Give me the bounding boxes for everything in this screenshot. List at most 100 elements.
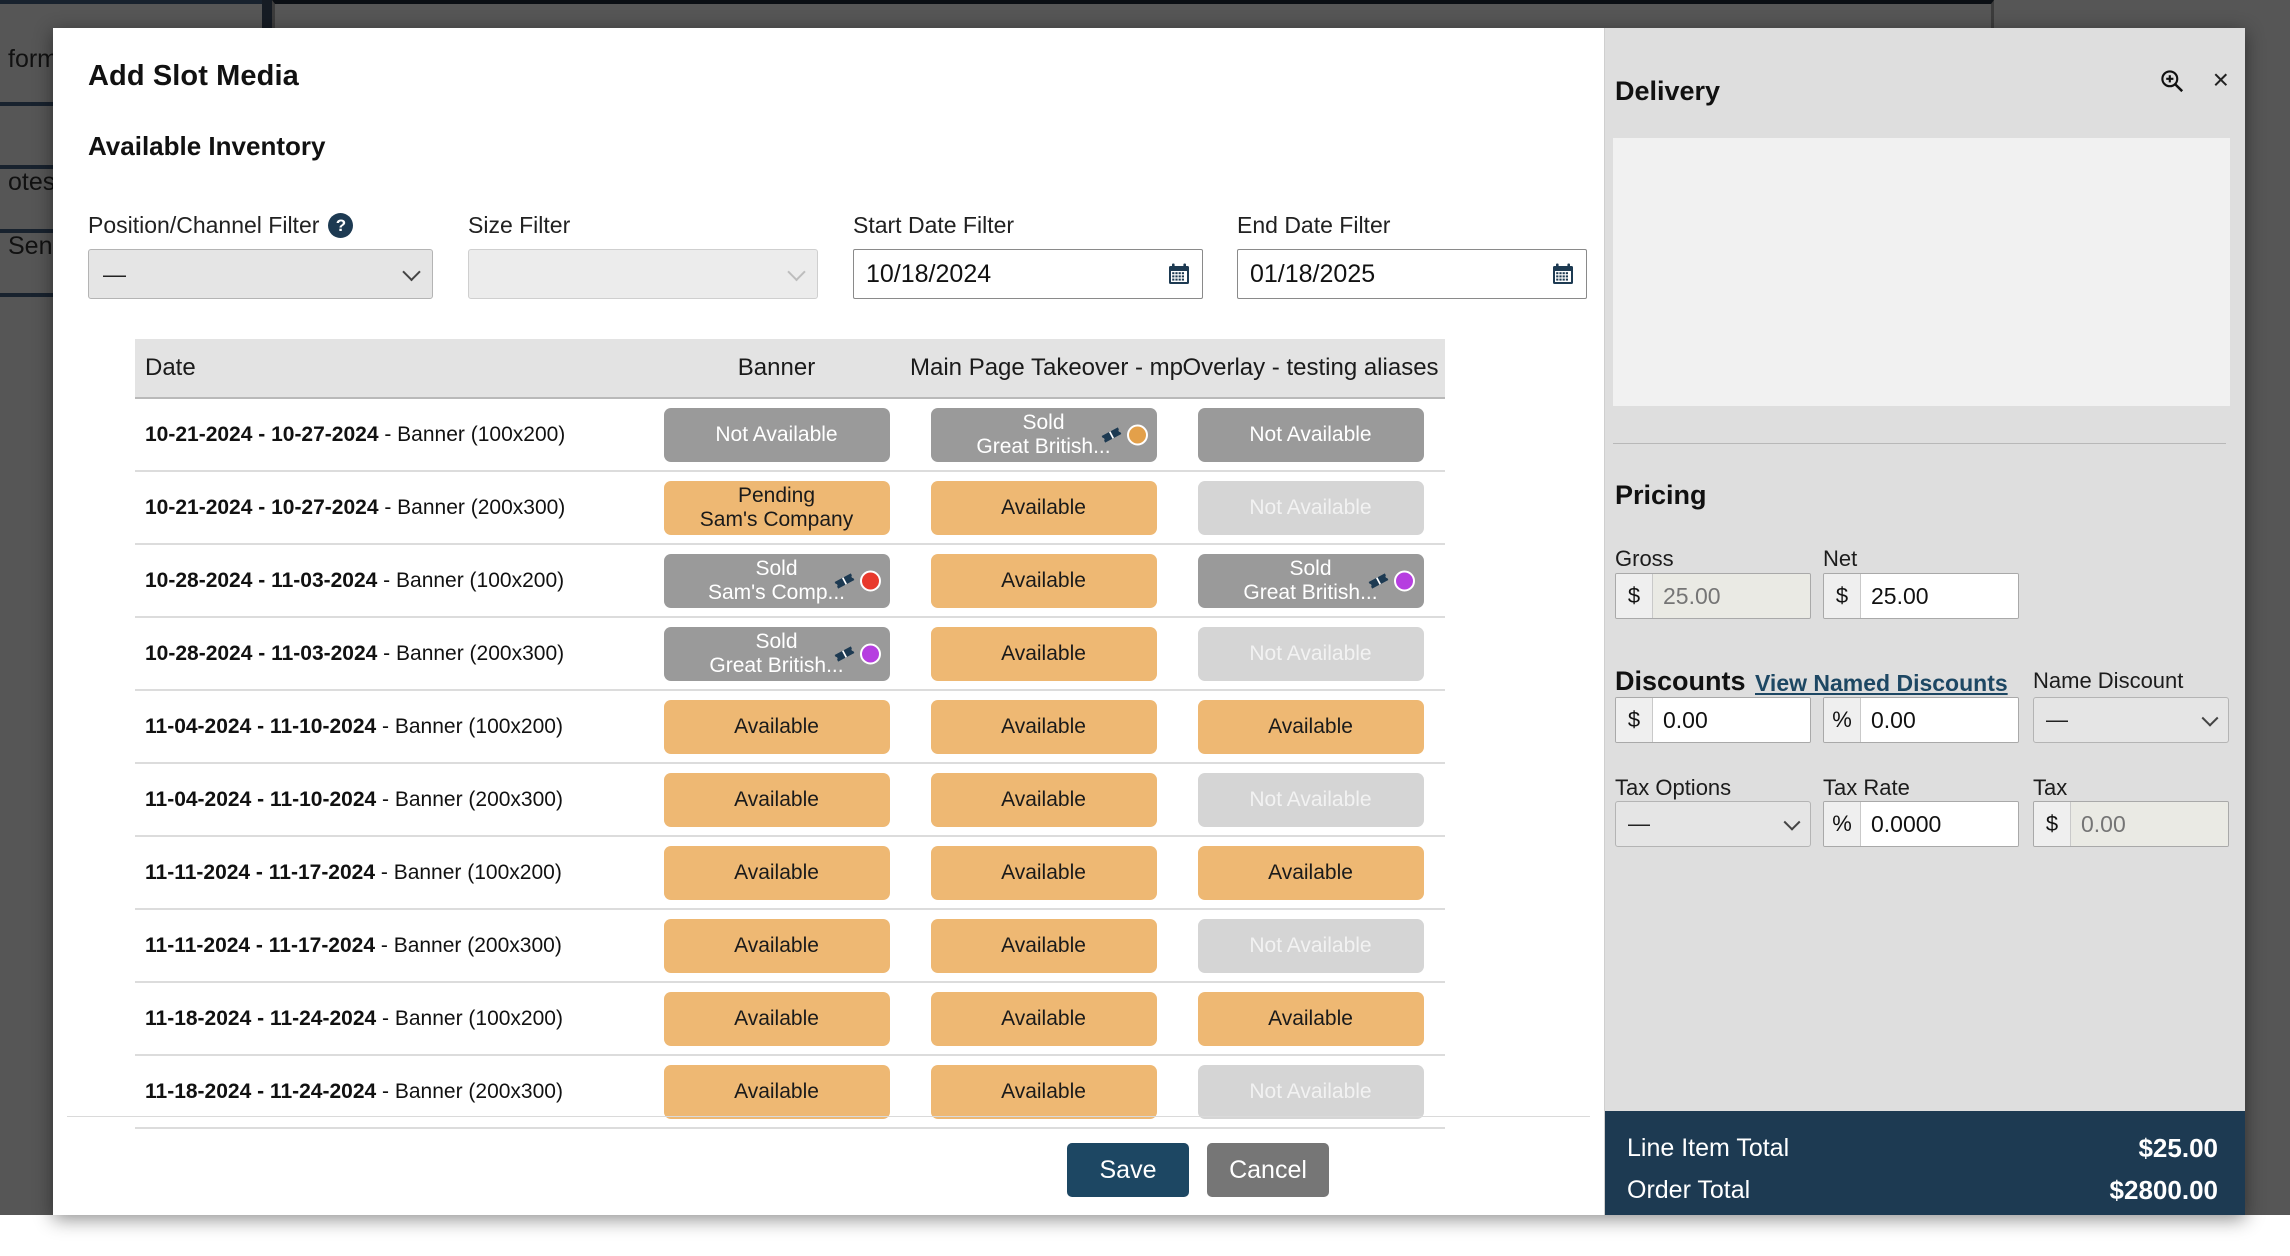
table-cell: Not Available [1177,1064,1444,1119]
tax-options-select[interactable]: — [1615,801,1811,847]
discount-amount-input-group[interactable]: $ [1615,697,1811,743]
status-dot-icon [1126,424,1148,445]
tax-rate-input [1861,802,2018,846]
name-discount-select[interactable]: — [2033,697,2229,743]
slot-status-chip-available[interactable]: Available [930,626,1157,681]
tax-options-label: Tax Options [1615,775,1732,800]
chip-line-1: Not Available [1249,422,1372,446]
slot-status-chip-available[interactable]: Available [663,918,890,973]
order-total-value: $2800.00 [2109,1174,2218,1205]
row-date-label: 10-21-2024 - 10-27-2024 - Banner (200x30… [145,495,566,519]
size-filter-label: Size Filter [468,211,571,238]
table-cell: Available [643,991,910,1046]
chip-line-2: Great British... [1243,580,1378,604]
row-date-label: 11-11-2024 - 11-17-2024 - Banner (100x20… [145,860,562,884]
discount-amount-input [1653,698,1810,742]
slot-status-chip-notavail[interactable]: Not Available [1197,407,1424,462]
row-date-label: 11-04-2024 - 11-10-2024 - Banner (100x20… [145,714,563,738]
chip-line-1: Available [734,1006,819,1030]
cancel-button[interactable]: Cancel [1207,1143,1329,1197]
table-cell: Available [910,626,1177,681]
slot-status-chip-available[interactable]: Available [663,845,890,900]
ticket-tag-icon [1099,422,1124,447]
table-cell: Sold Sam's Comp... [643,553,910,608]
view-named-discounts-link[interactable]: View Named Discounts [1755,670,2008,697]
chip-line-1: Available [1001,1079,1086,1103]
calendar-icon[interactable] [1167,262,1191,286]
gross-label: Gross [1615,546,1674,571]
slot-status-chip-available[interactable]: Available [663,772,890,827]
table-cell: Available [1177,991,1444,1046]
chip-line-1: Available [1001,568,1086,592]
slot-status-chip-available[interactable]: Available [930,845,1157,900]
slot-status-chip-available[interactable]: Available [930,699,1157,754]
end-date-filter-group: End Date Filter 01/18/2025 [1237,210,1587,299]
magnifier-plus-icon[interactable] [2158,67,2185,94]
close-icon[interactable]: × [2213,66,2229,94]
tax-rate-input-group[interactable]: % [1823,801,2019,847]
slot-status-chip-sold[interactable]: Sold Sam's Comp... [663,553,890,608]
table-cell: Available [910,1064,1177,1119]
ticket-tag-icon [1366,568,1391,593]
name-discount-value: — [2046,707,2068,732]
chevron-down-icon [1783,813,1801,831]
start-date-filter-input[interactable]: 10/18/2024 [853,249,1203,299]
net-input-group[interactable]: $ [1823,573,2019,619]
size-filter-group: Size Filter [468,210,818,299]
table-cell: Available [910,699,1177,754]
table-cell: Available [643,845,910,900]
slot-status-chip-sold[interactable]: Sold Great British... [930,407,1157,462]
chip-line-1: Available [734,1079,819,1103]
slot-status-chip-notavail-lt: Not Available [1197,772,1424,827]
question-mark-icon[interactable]: ? [328,212,354,238]
tax-input-group[interactable]: $ [2033,801,2229,847]
calendar-icon[interactable] [1551,262,1575,286]
table-cell: Pending Sam's Company [643,480,910,535]
save-button[interactable]: Save [1067,1143,1189,1197]
slot-status-chip-available[interactable]: Available [1197,991,1424,1046]
position-channel-filter-select[interactable]: — [88,249,433,299]
chip-line-1: Sold [1289,556,1332,580]
slot-status-chip-available[interactable]: Available [930,1064,1157,1119]
net-input [1861,574,2018,618]
row-date-label: 11-04-2024 - 11-10-2024 - Banner (200x30… [145,787,563,811]
tax-rate-label: Tax Rate [1823,775,1910,800]
chevron-down-icon [402,262,421,282]
chip-icon-group [832,641,881,666]
chip-icon-group [1366,568,1415,593]
end-date-filter-value: 01/18/2025 [1250,259,1376,288]
gross-input-group[interactable]: $ [1615,573,1811,619]
slot-status-chip-available[interactable]: Available [1197,845,1424,900]
table-row: 10-28-2024 - 11-03-2024 - Banner (200x30… [135,618,1445,691]
table-cell: Available [1177,845,1444,900]
column-header-banner: Banner [737,354,816,381]
table-row: 11-11-2024 - 11-17-2024 - Banner (200x30… [135,910,1445,983]
table-row: 10-21-2024 - 10-27-2024 - Banner (100x20… [135,399,1445,472]
slot-status-chip-available[interactable]: Available [930,918,1157,973]
line-item-total-value: $25.00 [2138,1132,2218,1163]
slot-status-chip-notavail-lt: Not Available [1197,918,1424,973]
chip-icon-group [832,568,881,593]
slot-status-chip-available[interactable]: Available [663,991,890,1046]
chip-icon-group [1099,422,1148,447]
slot-status-chip-available[interactable]: Available [663,1064,890,1119]
table-cell: Not Available [643,407,910,462]
position-channel-filter-group: Position/Channel Filter ? — [88,210,433,299]
size-filter-select[interactable] [468,249,818,299]
slot-status-chip-available[interactable]: Available [1197,699,1424,754]
position-channel-filter-label: Position/Channel Filter ? [88,210,433,240]
end-date-filter-input[interactable]: 01/18/2025 [1237,249,1587,299]
chip-line-2: Great British... [709,653,844,677]
discount-percent-input-group[interactable]: % [1823,697,2019,743]
tax-rate-prefix: % [1824,802,1861,846]
slot-status-chip-pending[interactable]: Pending Sam's Company [663,480,890,535]
slot-status-chip-available[interactable]: Available [930,553,1157,608]
slot-status-chip-available[interactable]: Available [930,772,1157,827]
slot-status-chip-available[interactable]: Available [930,480,1157,535]
slot-status-chip-available[interactable]: Available [930,991,1157,1046]
slot-status-chip-sold[interactable]: Sold Great British... [663,626,890,681]
slot-status-chip-sold[interactable]: Sold Great British... [1197,553,1424,608]
slot-status-chip-notavail[interactable]: Not Available [663,407,890,462]
slot-status-chip-available[interactable]: Available [663,699,890,754]
table-cell: Not Available [1177,918,1444,973]
